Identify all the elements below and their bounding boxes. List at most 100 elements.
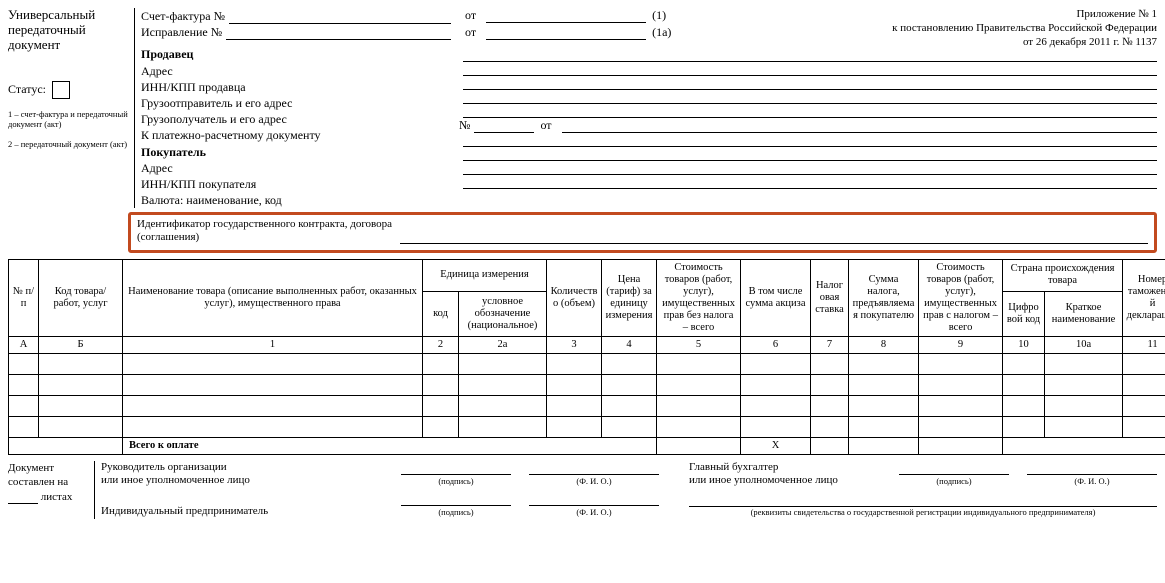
sheets-note: Документ составлен на листах bbox=[8, 461, 94, 519]
paren-1a: (1a) bbox=[652, 25, 692, 40]
consignee-label: Грузополучатель и его адрес bbox=[141, 111, 451, 127]
ot-1: от bbox=[465, 8, 476, 23]
th-cost-no-tax: Стоимость товаров (работ, услуг), имущес… bbox=[657, 259, 741, 336]
head-sign-sub: (подпись) bbox=[401, 476, 511, 486]
col-10a: 10а bbox=[1045, 336, 1123, 353]
payment-no-label: № bbox=[459, 118, 470, 133]
gov-contract-label-l1: Идентификатор государственного контракта… bbox=[137, 218, 392, 231]
appendix-note: Приложение № 1 к постановлению Правитель… bbox=[892, 8, 1157, 49]
th-country-group: Страна происхождения товара bbox=[1003, 259, 1123, 291]
col-5: 5 bbox=[657, 336, 741, 353]
th-name: Наименование товара (описание выполненны… bbox=[123, 259, 423, 336]
inn-seller-field[interactable] bbox=[463, 76, 1157, 90]
paren-1: (1) bbox=[652, 8, 692, 23]
consignor-field[interactable] bbox=[463, 90, 1157, 104]
legend-1: 1 – счет-фактура и передаточный документ… bbox=[8, 109, 128, 129]
field-labels: Счет-фактура № Исправление № Продавец Ад… bbox=[134, 8, 451, 208]
gov-contract-highlight: Идентификатор государственного контракта… bbox=[128, 212, 1157, 252]
acct-sub: или иное уполномоченное лицо bbox=[689, 474, 899, 487]
ot-pay: от bbox=[540, 118, 551, 133]
left-panel: Универсальный передаточный документ Стат… bbox=[8, 8, 134, 149]
invoice-no-field[interactable] bbox=[229, 10, 451, 24]
th-qty: Количество (объем) bbox=[547, 259, 602, 336]
table-row bbox=[9, 374, 1165, 395]
gov-contract-label-l2: (соглашения) bbox=[137, 231, 392, 244]
th-unit-group: Единица измерения bbox=[423, 259, 547, 291]
invoice-date-field[interactable] bbox=[486, 9, 646, 23]
address-field[interactable] bbox=[463, 62, 1157, 76]
buyer-field[interactable] bbox=[463, 133, 1157, 147]
th-num: № п/п bbox=[9, 259, 39, 336]
head-label: Руководитель организации bbox=[101, 461, 401, 474]
ip-reg-field[interactable] bbox=[689, 493, 1157, 507]
col-1: 1 bbox=[123, 336, 423, 353]
acct-sign-field[interactable] bbox=[899, 461, 1009, 475]
ip-label: Индивидуальный предприниматель bbox=[101, 505, 401, 518]
inn-seller-label: ИНН/КПП продавца bbox=[141, 79, 451, 95]
total-x: X bbox=[741, 437, 811, 454]
col-3: 3 bbox=[547, 336, 602, 353]
doc-title-l1: Универсальный bbox=[8, 8, 128, 23]
right-panel: Приложение № 1 к постановлению Правитель… bbox=[451, 8, 1157, 189]
ip-reg-note: (реквизиты свидетельства о государственн… bbox=[689, 507, 1157, 517]
th-unit-name: условное обозначение (национальное) bbox=[459, 291, 547, 336]
consignee-field[interactable] bbox=[463, 104, 1157, 118]
head-fio-sub: (Ф. И. О.) bbox=[529, 476, 659, 486]
col-7: 7 bbox=[811, 336, 849, 353]
correction-date-field[interactable] bbox=[486, 26, 646, 40]
col-2a: 2а bbox=[459, 336, 547, 353]
th-country-name: Краткое наименование bbox=[1045, 291, 1123, 336]
seller-field[interactable] bbox=[463, 48, 1157, 62]
currency-field[interactable] bbox=[463, 175, 1157, 189]
th-tax-amount: Сумма налога, предъявляемая покупателю bbox=[849, 259, 919, 336]
payment-no-field[interactable] bbox=[474, 119, 534, 133]
col-6: 6 bbox=[741, 336, 811, 353]
acct-fio-sub: (Ф. И. О.) bbox=[1027, 476, 1157, 486]
head-sign-field[interactable] bbox=[401, 461, 511, 475]
inn-buyer-field[interactable] bbox=[463, 161, 1157, 175]
col-9: 9 bbox=[919, 336, 1003, 353]
address2-label: Адрес bbox=[141, 160, 451, 176]
col-10: 10 bbox=[1003, 336, 1045, 353]
th-code: Код товара/ работ, услуг bbox=[39, 259, 123, 336]
col-B: Б bbox=[39, 336, 123, 353]
th-unit-code: код bbox=[423, 291, 459, 336]
ip-sign-field[interactable] bbox=[401, 492, 511, 506]
correction-no-field[interactable] bbox=[226, 26, 451, 40]
acct-fio-field[interactable] bbox=[1027, 461, 1157, 475]
table-row bbox=[9, 395, 1165, 416]
col-8: 8 bbox=[849, 336, 919, 353]
ip-fio-field[interactable] bbox=[529, 492, 659, 506]
sheets-count-field[interactable] bbox=[8, 490, 38, 504]
head-fio-field[interactable] bbox=[529, 461, 659, 475]
inn-buyer-label: ИНН/КПП покупателя bbox=[141, 176, 451, 192]
sheets-l2: составлен на bbox=[8, 475, 88, 489]
status-checkbox[interactable] bbox=[52, 81, 70, 99]
appendix-l2: к постановлению Правительства Российской… bbox=[892, 22, 1157, 36]
head-sub: или иное уполномоченное лицо bbox=[101, 474, 401, 487]
appendix-l3: от 26 декабря 2011 г. № 1137 bbox=[892, 36, 1157, 50]
total-row: Всего к оплате X bbox=[9, 437, 1165, 454]
invoice-no-label: Счет-фактура № bbox=[141, 8, 225, 24]
th-cost-with-tax: Стоимость товаров (работ, услуг), имущес… bbox=[919, 259, 1003, 336]
status-label: Статус: bbox=[8, 82, 46, 97]
payment-doc-label: К платежно-расчетному документу bbox=[141, 127, 451, 143]
ip-sign-sub: (подпись) bbox=[401, 507, 511, 517]
address-label: Адрес bbox=[141, 63, 451, 79]
seller-label: Продавец bbox=[141, 46, 451, 62]
th-country-code: Цифровой код bbox=[1003, 291, 1045, 336]
col-A: А bbox=[9, 336, 39, 353]
doc-title-l3: документ bbox=[8, 38, 128, 53]
buyer-label: Покупатель bbox=[141, 144, 451, 160]
th-tax-rate: Налоговая ставка bbox=[811, 259, 849, 336]
items-table: № п/п Код товара/ работ, услуг Наименова… bbox=[8, 259, 1165, 456]
th-decl: Номер таможенной декларации bbox=[1123, 259, 1165, 336]
payment-date-field[interactable] bbox=[562, 119, 1157, 133]
currency-label: Валюта: наименование, код bbox=[141, 192, 451, 208]
ip-fio-sub: (Ф. И. О.) bbox=[529, 507, 659, 517]
total-label: Всего к оплате bbox=[123, 437, 657, 454]
doc-title-l2: передаточный bbox=[8, 23, 128, 38]
address2-field[interactable] bbox=[463, 147, 1157, 161]
col-2: 2 bbox=[423, 336, 459, 353]
gov-contract-field[interactable] bbox=[400, 230, 1148, 244]
